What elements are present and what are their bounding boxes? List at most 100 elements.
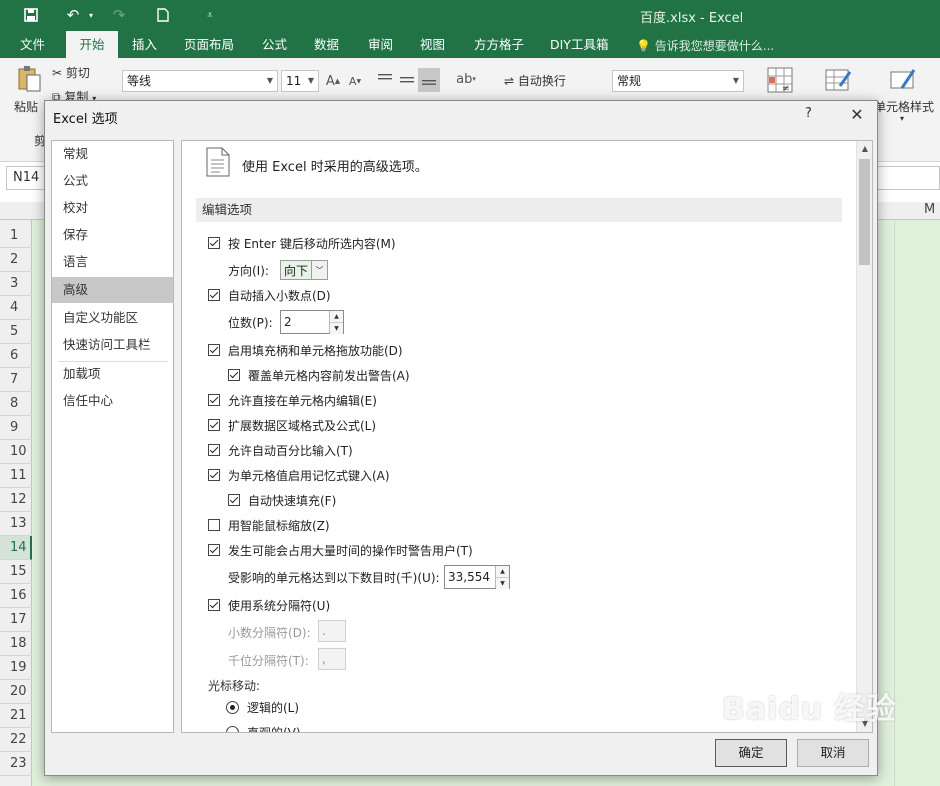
customize-toolbar-icon[interactable]: ⩡ (200, 4, 220, 26)
checkbox-unchecked[interactable] (208, 519, 220, 531)
font-size-combo[interactable]: 11 ▼ (281, 70, 319, 92)
nav-item-general[interactable]: 常规 (52, 141, 173, 167)
tab-formulas[interactable]: 公式 (256, 31, 293, 58)
flash-fill-checkbox[interactable]: 自动快速填充(F) (228, 491, 336, 509)
name-box[interactable]: N14 (6, 166, 46, 190)
font-name-combo[interactable]: 等线 ▼ (122, 70, 278, 92)
number-format-combo[interactable]: 常规 ▼ (612, 70, 744, 92)
grow-font-icon[interactable]: A ▲ (324, 70, 342, 92)
shrink-font-icon[interactable]: A ▼ (346, 70, 364, 92)
ok-button[interactable]: 确定 (715, 739, 787, 767)
autocomplete-checkbox[interactable]: 为单元格值启用记忆式键入(A) (208, 466, 390, 484)
paste-icon[interactable] (14, 64, 44, 94)
checkbox-checked[interactable] (208, 237, 220, 249)
spin-up-icon[interactable]: ▲ (496, 566, 509, 577)
format-as-table-icon[interactable] (822, 64, 854, 96)
vertical-scrollbar[interactable]: ▲ ▼ (856, 141, 872, 732)
row-header[interactable]: 4 (0, 296, 32, 320)
visual-radio[interactable]: 直观的(V) (226, 723, 301, 732)
row-header[interactable]: 17 (0, 608, 32, 632)
spin-down-icon[interactable]: ▼ (496, 577, 509, 589)
cell-styles-icon[interactable] (886, 64, 918, 96)
tell-me-box[interactable]: 💡 告诉我您想要做什么... (636, 37, 774, 54)
places-value[interactable]: 2 (281, 311, 329, 333)
checkbox-checked[interactable] (228, 494, 240, 506)
conditional-format-icon[interactable]: ≠ (764, 64, 796, 96)
radio-selected[interactable] (226, 700, 239, 714)
checkbox-checked[interactable] (208, 419, 220, 431)
checkbox-checked[interactable] (208, 344, 220, 356)
advanced-options-panel[interactable]: 使用 Excel 时采用的高级选项。 编辑选项 按 Enter 键后移动所选内容… (181, 140, 873, 733)
paste-button[interactable]: 粘贴 (14, 98, 38, 115)
row-header[interactable]: 16 (0, 584, 32, 608)
row-header[interactable]: 19 (0, 656, 32, 680)
save-icon[interactable] (20, 4, 42, 26)
row-header-selected[interactable]: 14 (0, 536, 32, 560)
cancel-button[interactable]: 取消 (797, 739, 869, 767)
checkbox-checked[interactable] (208, 599, 220, 611)
checkbox-checked[interactable] (228, 369, 240, 381)
cells-affected-stepper[interactable]: 33,554 ▲ ▼ (444, 565, 510, 589)
row-header[interactable]: 20 (0, 680, 32, 704)
undo-dropdown-icon[interactable]: ▾ (86, 4, 96, 26)
help-icon[interactable]: ? (805, 106, 819, 124)
tab-data[interactable]: 数据 (308, 31, 345, 58)
row-header[interactable]: 7 (0, 368, 32, 392)
nav-item-proofing[interactable]: 校对 (52, 195, 173, 221)
tab-insert[interactable]: 插入 (126, 31, 163, 58)
cut-button[interactable]: ✂ 剪切 (52, 64, 90, 81)
fill-handle-checkbox[interactable]: 启用填充柄和单元格拖放功能(D) (208, 341, 403, 359)
checkbox-checked[interactable] (208, 544, 220, 556)
tab-page-layout[interactable]: 页面布局 (178, 31, 240, 58)
row-header[interactable]: 8 (0, 392, 32, 416)
places-stepper[interactable]: 2 ▲ ▼ (280, 310, 344, 334)
tab-file[interactable]: 文件 (14, 31, 51, 58)
align-middle-icon[interactable] (398, 68, 416, 90)
row-header[interactable]: 9 (0, 416, 32, 440)
nav-item-language[interactable]: 语言 (52, 249, 173, 275)
nav-item-formulas[interactable]: 公式 (52, 168, 173, 194)
edit-in-cell-checkbox[interactable]: 允许直接在单元格内编辑(E) (208, 391, 377, 409)
spin-up-icon[interactable]: ▲ (330, 311, 343, 322)
nav-item-quick-access-toolbar[interactable]: 快速访问工具栏 (52, 332, 173, 358)
move-after-enter-checkbox[interactable]: 按 Enter 键后移动所选内容(M) (208, 234, 396, 252)
nav-item-customize-ribbon[interactable]: 自定义功能区 (52, 305, 173, 331)
row-header[interactable]: 5 (0, 320, 32, 344)
alert-overwrite-checkbox[interactable]: 覆盖单元格内容前发出警告(A) (228, 366, 410, 384)
orientation-icon[interactable]: ab ▾ (452, 68, 480, 90)
row-header[interactable]: 12 (0, 488, 32, 512)
auto-percent-checkbox[interactable]: 允许自动百分比输入(T) (208, 441, 353, 459)
tab-review[interactable]: 审阅 (362, 31, 399, 58)
direction-select[interactable]: 向下 ﹀ (280, 260, 329, 280)
align-top-icon[interactable] (376, 68, 394, 90)
nav-item-advanced[interactable]: 高级 (52, 277, 173, 303)
row-header[interactable]: 11 (0, 464, 32, 488)
checkbox-checked[interactable] (208, 469, 220, 481)
column-header-m[interactable]: M (924, 202, 935, 217)
row-header[interactable]: 10 (0, 440, 32, 464)
radio-unselected[interactable] (226, 725, 239, 732)
cells-affected-value[interactable]: 33,554 (445, 566, 495, 588)
row-header[interactable]: 6 (0, 344, 32, 368)
row-header[interactable]: 3 (0, 272, 32, 296)
nav-item-add-ins[interactable]: 加载项 (52, 361, 173, 387)
redo-icon[interactable]: ↷ (108, 4, 130, 26)
checkbox-checked[interactable] (208, 289, 220, 301)
close-icon[interactable]: ✕ (845, 103, 869, 127)
align-bottom-icon[interactable] (418, 68, 440, 92)
formula-bar[interactable] (876, 166, 940, 190)
row-header[interactable]: 22 (0, 728, 32, 752)
system-separators-checkbox[interactable]: 使用系统分隔符(U) (208, 596, 330, 614)
extend-formats-checkbox[interactable]: 扩展数据区域格式及公式(L) (208, 416, 376, 434)
checkbox-checked[interactable] (208, 394, 220, 406)
nav-item-trust-center[interactable]: 信任中心 (52, 388, 173, 414)
row-header[interactable]: 23 (0, 752, 32, 776)
row-header[interactable]: 21 (0, 704, 32, 728)
row-header[interactable]: 1 (0, 224, 32, 248)
tab-fangfang[interactable]: 方方格子 (468, 31, 530, 58)
intellimouse-zoom-checkbox[interactable]: 用智能鼠标缩放(Z) (208, 516, 330, 534)
tab-home[interactable]: 开始 (66, 31, 118, 58)
scroll-up-icon[interactable]: ▲ (857, 141, 872, 157)
nav-item-save[interactable]: 保存 (52, 222, 173, 248)
cell-styles-button[interactable]: 单元格样式 (874, 98, 934, 115)
